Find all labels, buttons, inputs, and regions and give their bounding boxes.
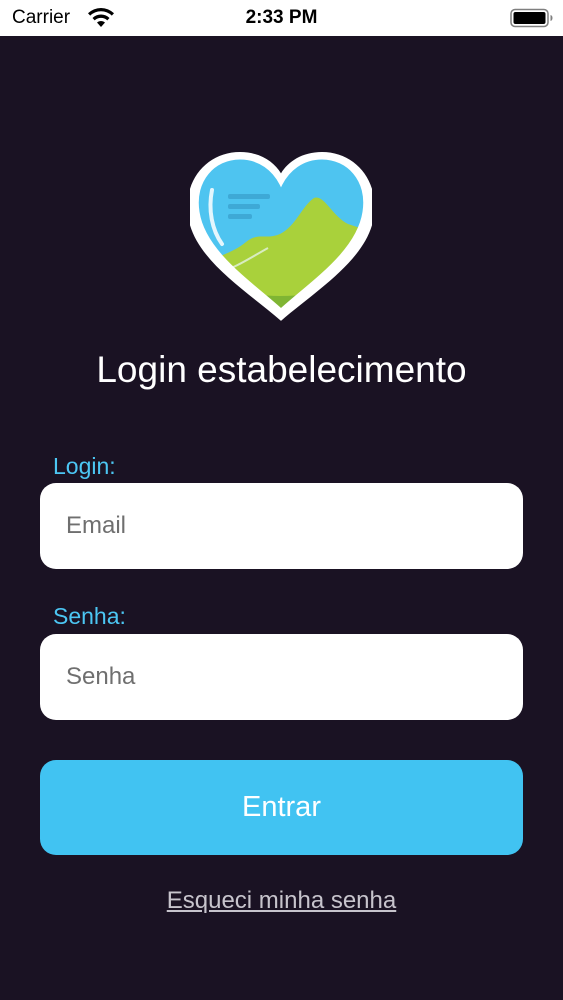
password-input[interactable] [40,634,523,720]
status-time: 2:33 PM [245,7,318,28]
email-input[interactable] [40,483,523,569]
login-button[interactable]: Entrar [40,760,523,855]
forgot-password-container: Esqueci minha senha [0,885,563,917]
status-bar: Carrier 2:33 PM [0,0,563,36]
page-title: Login estabelecimento [96,349,467,390]
login-label: Login: [53,453,116,479]
heart-chart-logo [190,152,372,321]
password-label: Senha: [53,603,126,629]
battery-icon [510,8,553,28]
forgot-password-link[interactable]: Esqueci minha senha [167,887,396,914]
